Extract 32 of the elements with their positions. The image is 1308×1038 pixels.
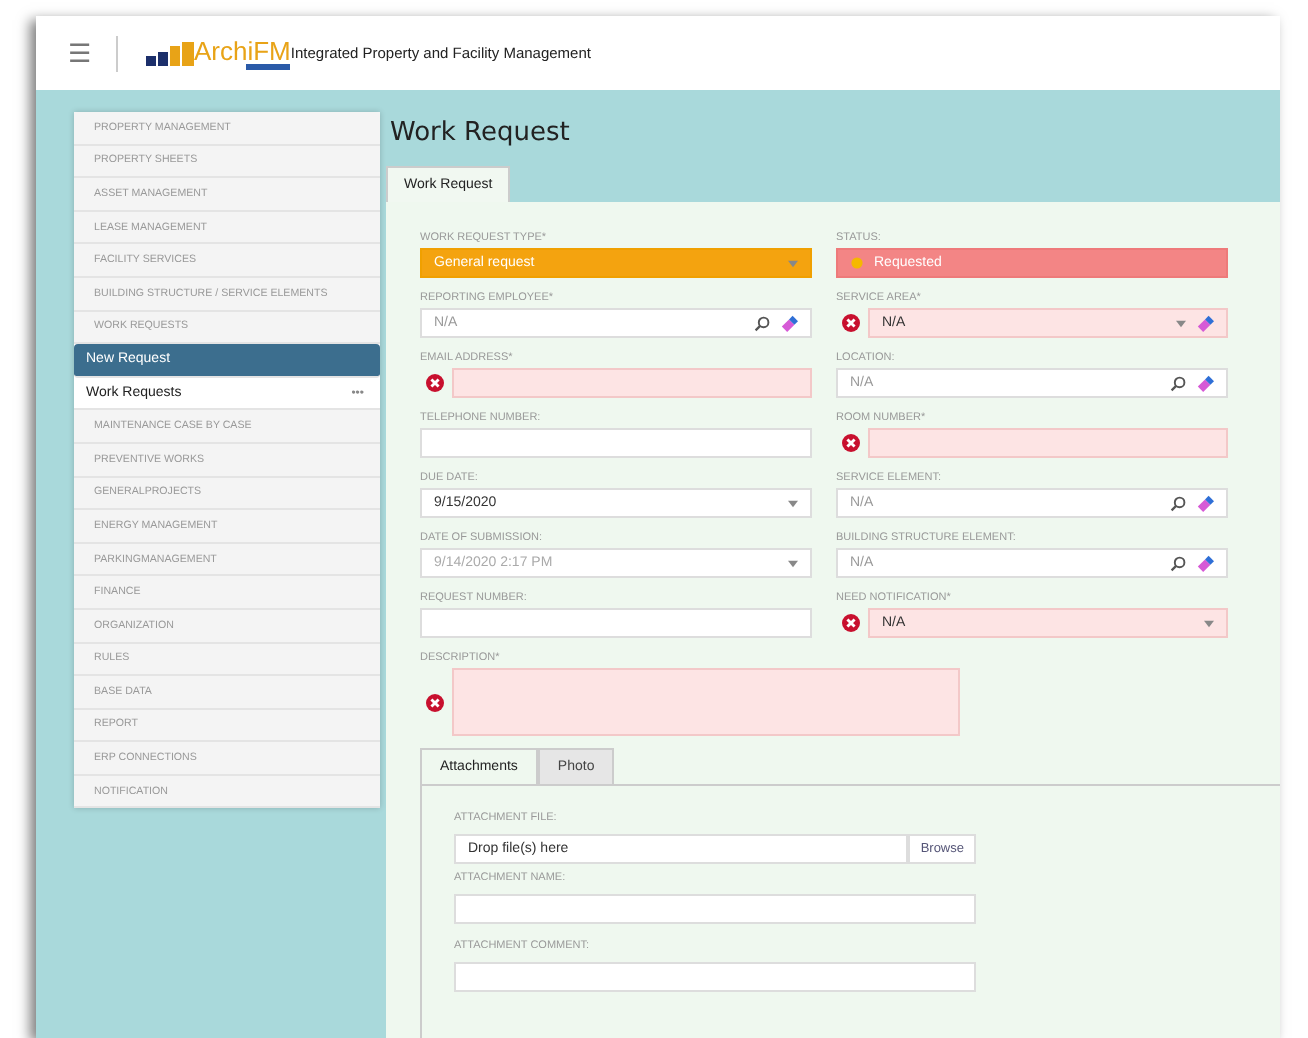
description-field[interactable]: [452, 668, 960, 736]
caret-icon: [1204, 619, 1214, 627]
search-icon[interactable]: [1170, 495, 1186, 511]
logo-badge: [246, 63, 291, 69]
page-title: Work Request: [390, 118, 572, 148]
error-icon: [426, 693, 444, 711]
input-field[interactable]: [420, 428, 812, 458]
error-icon: [842, 314, 860, 332]
eraser-icon[interactable]: [1196, 314, 1214, 332]
error-icon: [842, 614, 860, 632]
input-field[interactable]: [452, 368, 812, 398]
eraser-icon[interactable]: [780, 314, 798, 332]
input-field[interactable]: [454, 894, 976, 924]
input-field[interactable]: [454, 962, 976, 992]
caret-icon: [1176, 319, 1186, 327]
search-icon[interactable]: [1170, 555, 1186, 571]
caret-icon: [788, 259, 798, 267]
logo-icon: [146, 41, 194, 65]
error-icon: [426, 374, 444, 392]
error-icon: [842, 434, 860, 452]
eraser-icon[interactable]: [1196, 374, 1214, 392]
status-dot-icon: [850, 256, 864, 270]
caret-icon: [788, 559, 798, 567]
menu-icon[interactable]: ☰: [68, 40, 92, 66]
input-field[interactable]: [868, 428, 1228, 458]
search-icon[interactable]: [1170, 375, 1186, 391]
logo-text: ArchiFM: [194, 37, 291, 63]
input-field[interactable]: [420, 608, 812, 638]
eraser-icon[interactable]: [1196, 554, 1214, 572]
eraser-icon[interactable]: [1196, 494, 1214, 512]
search-icon[interactable]: [754, 315, 770, 331]
caret-icon: [788, 499, 798, 507]
